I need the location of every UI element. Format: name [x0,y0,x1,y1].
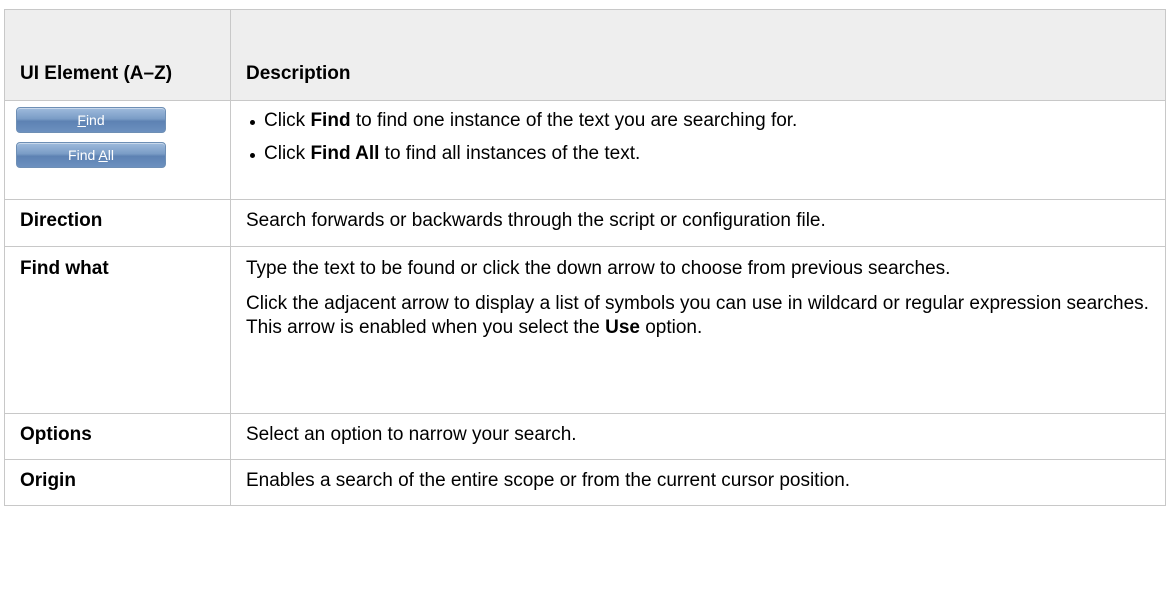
find-all-button[interactable]: Find All [16,142,166,168]
find-accelerator: F [77,112,86,128]
table-row-origin: Origin Enables a search of the entire sc… [4,459,1166,506]
description-text: Search forwards or backwards through the… [230,199,1166,247]
table-row-find-buttons: Find Find All Click Find to find one ins… [4,100,1166,200]
ui-element-label: Options [4,413,231,460]
description-paragraph: Click the adjacent arrow to display a li… [246,293,1149,338]
description-text: Select an option to narrow your search. [230,413,1166,460]
description-paragraph: Type the text to be found or click the d… [246,258,951,279]
ui-element-label: Find what [4,246,231,414]
description-cell: Click Find to find one instance of the t… [230,100,1166,200]
header-description: Description [230,9,1166,101]
header-ui-element: UI Element (A–Z) [4,9,231,101]
bullet-item-find-all: Click Find All to find all instances of … [246,142,1150,166]
table-row-options: Options Select an option to narrow your … [4,413,1166,460]
description-text: Enables a search of the entire scope or … [230,459,1166,506]
find-all-accelerator: A [98,147,108,163]
bullet-item-find: Click Find to find one instance of the t… [246,109,1150,133]
ui-element-label: Origin [4,459,231,506]
description-cell: Type the text to be found or click the d… [230,246,1166,414]
table-row-find-what: Find what Type the text to be found or c… [4,246,1166,414]
ui-element-label: Direction [4,199,231,247]
ui-elements-table: UI Element (A–Z) Description Find Find A… [4,9,1166,506]
find-button[interactable]: Find [16,107,166,133]
table-row-direction: Direction Search forwards or backwards t… [4,199,1166,247]
ui-element-cell: Find Find All [4,100,231,200]
bullet-list: Click Find to find one instance of the t… [246,109,1150,166]
table-header-row: UI Element (A–Z) Description [4,9,1166,101]
